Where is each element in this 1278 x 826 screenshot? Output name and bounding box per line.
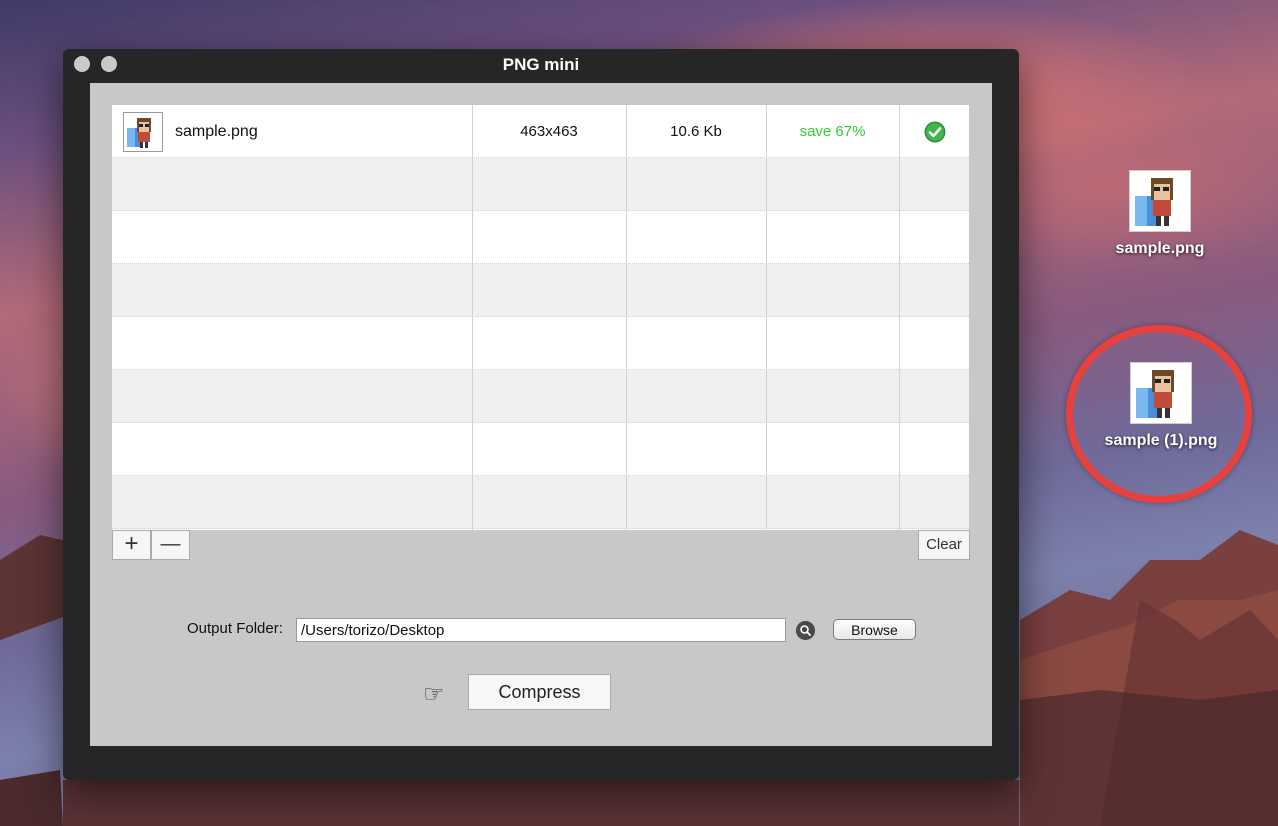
desktop-file-sample[interactable]: sample.png — [1090, 170, 1230, 258]
desktop-file-label: sample (1).png — [1104, 432, 1218, 449]
table-row[interactable] — [112, 211, 969, 264]
file-dimensions: 463x463 — [520, 123, 578, 140]
check-circle-icon — [924, 121, 946, 143]
compress-button[interactable]: Compress — [468, 674, 611, 710]
output-folder-input[interactable] — [296, 618, 786, 642]
column-divider — [766, 105, 767, 530]
desktop-file-label: sample.png — [1115, 240, 1205, 257]
magnifier-icon[interactable] — [796, 621, 815, 640]
table-row[interactable] — [112, 423, 969, 476]
table-row[interactable] — [112, 370, 969, 423]
table-row[interactable] — [112, 317, 969, 370]
png-file-icon — [123, 112, 163, 152]
png-file-icon — [1129, 170, 1191, 232]
file-size: 10.6 Kb — [670, 123, 722, 140]
file-saving: save 67% — [799, 123, 866, 140]
desktop-file-sample-copy[interactable]: sample (1).png — [1091, 362, 1231, 450]
main-panel: sample.png 463x463 10.6 Kb save 67% + — … — [90, 83, 992, 746]
column-divider — [472, 105, 473, 530]
remove-file-button[interactable]: — — [151, 530, 190, 560]
file-table: sample.png 463x463 10.6 Kb save 67% — [112, 105, 969, 530]
column-divider — [626, 105, 627, 530]
png-mini-window: PNG mini sample.png 463x463 10.6 Kb save… — [63, 49, 1019, 780]
output-folder-label: Output Folder: — [187, 620, 283, 637]
table-row[interactable] — [112, 476, 969, 529]
png-file-icon — [1130, 362, 1192, 424]
table-row[interactable] — [112, 264, 969, 317]
column-divider — [899, 105, 900, 530]
file-name: sample.png — [175, 123, 258, 140]
add-file-button[interactable]: + — [112, 530, 151, 560]
window-title: PNG mini — [502, 55, 580, 74]
clear-button[interactable]: Clear — [918, 530, 970, 560]
table-row[interactable]: sample.png 463x463 10.6 Kb save 67% — [112, 105, 969, 158]
pointing-hand-icon: ☞ — [423, 681, 445, 708]
browse-button[interactable]: Browse — [833, 619, 916, 640]
table-row[interactable] — [112, 158, 969, 211]
